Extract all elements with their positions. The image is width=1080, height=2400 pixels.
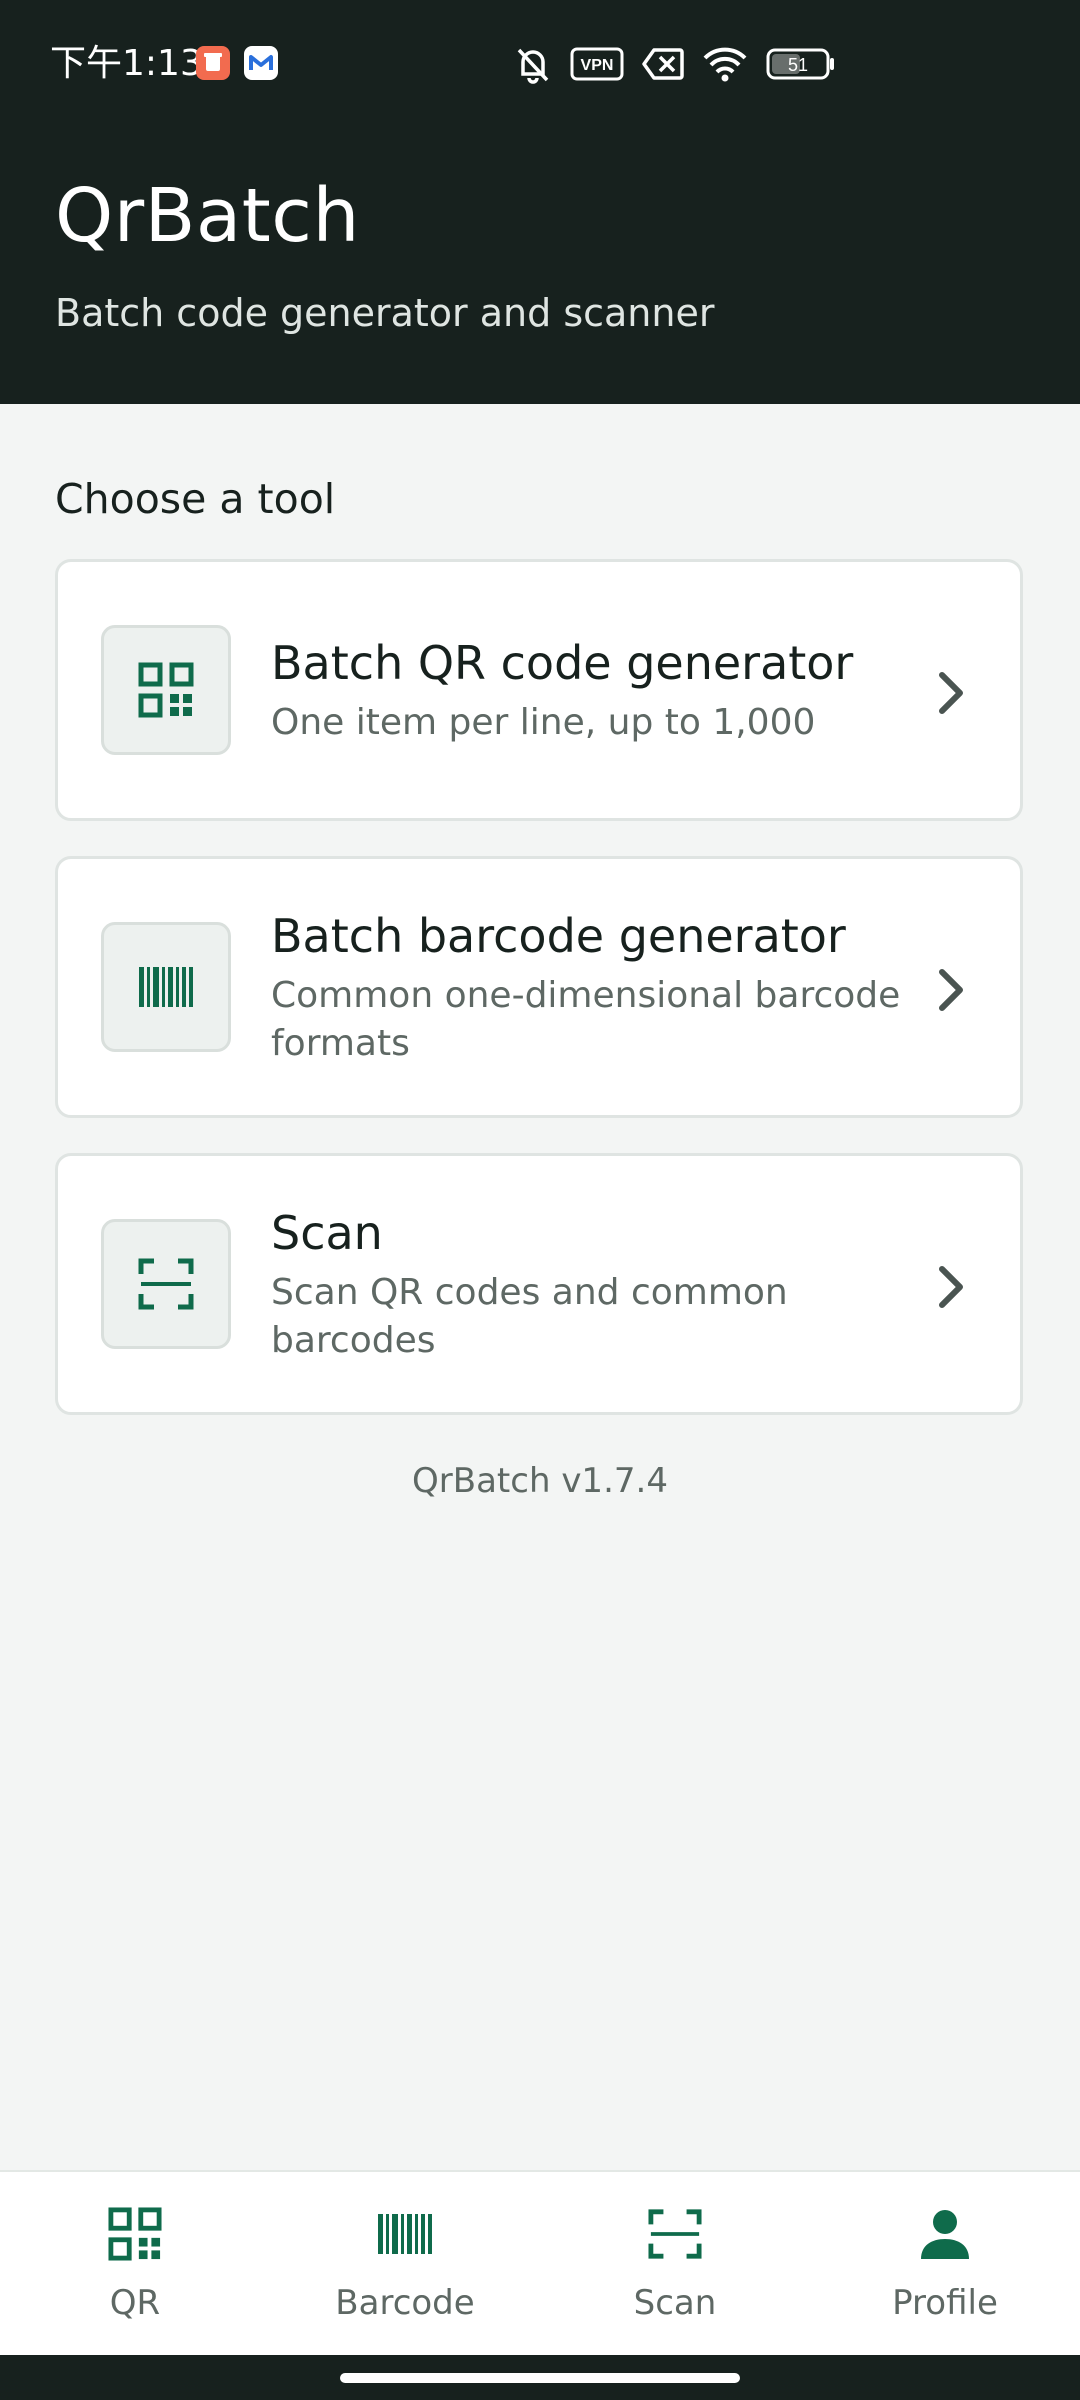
scan-card[interactable]: Scan Scan QR codes and common barcodes (55, 1153, 1023, 1415)
nav-item-scan[interactable]: Scan (540, 2172, 810, 2355)
app-subtitle: Batch code generator and scanner (55, 291, 715, 335)
bottom-navigation: QR Barcode Scan Profile (0, 2170, 1080, 2355)
card-title: Batch QR code generator (271, 636, 854, 690)
section-title: Choose a tool (55, 475, 336, 523)
barcode-icon (101, 922, 231, 1052)
wifi-icon (702, 46, 748, 82)
qr-code-icon (101, 625, 231, 755)
barcode-icon (378, 2214, 432, 2254)
nav-label: Barcode (335, 2283, 475, 2323)
chevron-right-icon (939, 672, 963, 714)
gesture-bar (0, 2355, 1080, 2400)
nav-label: QR (109, 2283, 161, 2323)
nav-item-profile[interactable]: Profile (810, 2172, 1080, 2355)
card-title: Scan (271, 1206, 383, 1260)
status-icons: VPN 51 (514, 42, 836, 86)
version-label: QrBatch v1.7.4 (412, 1461, 668, 1501)
nav-item-barcode[interactable]: Barcode (270, 2172, 540, 2355)
nav-label: Scan (633, 2283, 717, 2323)
card-description: One item per line, up to 1,000 (271, 702, 816, 743)
nav-label: Profile (892, 2283, 998, 2323)
person-icon (921, 2210, 969, 2259)
scan-frame-icon (648, 2209, 702, 2259)
card-text: Scan Scan QR codes and common barcodes (271, 1156, 921, 1412)
app-header: 下午1:13 VPN 51 QrBatch Batch code generat… (0, 0, 1080, 404)
sim-disabled-icon (642, 47, 684, 81)
card-description: Scan QR codes and common barcodes (271, 1272, 788, 1361)
vpn-icon: VPN (570, 47, 624, 81)
app-title: QrBatch (55, 173, 360, 259)
qr-code-icon (108, 2207, 162, 2261)
scan-frame-icon (101, 1219, 231, 1349)
nav-item-qr[interactable]: QR (0, 2172, 270, 2355)
card-description: Common one-dimensional barcode formats (271, 975, 901, 1064)
qr-generator-card[interactable]: Batch QR code generator One item per lin… (55, 559, 1023, 821)
card-text: Batch barcode generator Common one-dimen… (271, 859, 921, 1115)
status-time: 下午1:13 (50, 43, 203, 84)
bell-off-icon (514, 44, 552, 84)
chevron-right-icon (939, 1266, 963, 1308)
battery-icon: 51 (766, 47, 836, 81)
chevron-right-icon (939, 969, 963, 1011)
home-gesture-handle[interactable] (340, 2373, 740, 2383)
orange-app-notification-icon (196, 46, 230, 80)
gmail-notification-icon (244, 46, 278, 80)
status-bar: 下午1:13 VPN 51 (0, 0, 1080, 128)
card-text: Batch QR code generator One item per lin… (271, 562, 921, 818)
vpn-label: VPN (581, 57, 614, 74)
battery-level: 51 (788, 55, 808, 75)
card-title: Batch barcode generator (271, 909, 846, 963)
barcode-generator-card[interactable]: Batch barcode generator Common one-dimen… (55, 856, 1023, 1118)
